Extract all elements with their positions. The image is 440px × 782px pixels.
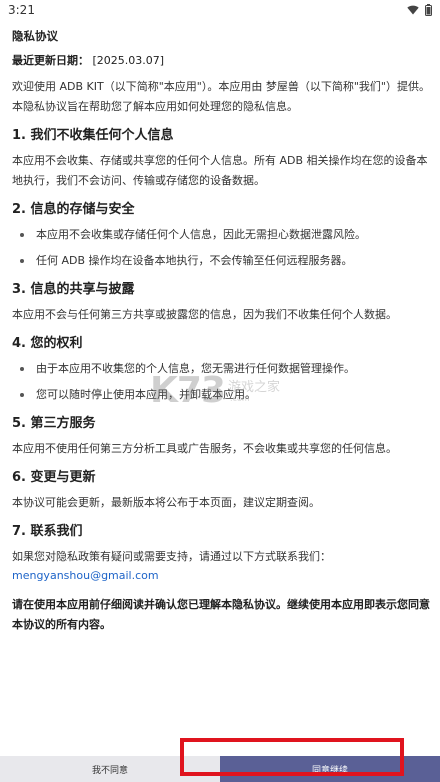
privacy-content: 隐私协议 最近更新日期： [2025.03.07] 欢迎使用 ADB KIT（以… <box>12 24 430 635</box>
list-item-text: 本应用不会收集或存储任何个人信息，因此无需担心数据泄露风险。 <box>36 228 366 241</box>
section-title: 5. 第三方服务 <box>12 416 96 431</box>
bullet-icon <box>20 367 24 371</box>
contact-email-link[interactable]: mengyanshou@gmail.com <box>12 567 430 585</box>
status-bar: 3:21 <box>0 0 440 20</box>
section-paragraph: 本应用不使用任何第三方分析工具或广告服务，不会收集或共享您的任何信息。 <box>12 442 397 455</box>
list-item: 本应用不会收集或存储任何个人信息，因此无需担心数据泄露风险。 <box>20 225 430 245</box>
section-title: 3. 信息的共享与披露 <box>12 282 135 297</box>
bullet-icon <box>20 259 24 263</box>
section-title: 4. 您的权利 <box>12 336 83 351</box>
section-title: 1. 我们不收集任何个人信息 <box>12 128 174 143</box>
decline-button[interactable]: 我不同意 <box>0 756 220 782</box>
section-title: 2. 信息的存储与安全 <box>12 202 135 217</box>
update-date: 最近更新日期： [2025.03.07] <box>12 53 430 69</box>
section-paragraph: 本应用不会收集、存储或共享您的任何个人信息。所有 ADB 相关操作均在您的设备本… <box>12 154 428 187</box>
section-paragraph: 本应用不会与任何第三方共享或披露您的信息，因为我们不收集任何个人数据。 <box>12 308 397 321</box>
section-paragraph: 如果您对隐私政策有疑问或需要支持，请通过以下方式联系我们： <box>12 550 331 563</box>
section-title: 7. 联系我们 <box>12 524 83 539</box>
section-paragraph: 本协议可能会更新，最新版本将公布于本页面，建议定期查阅。 <box>12 496 320 509</box>
bullet-list: 本应用不会收集或存储任何个人信息，因此无需担心数据泄露风险。 任何 ADB 操作… <box>12 225 430 271</box>
bullet-icon <box>20 393 24 397</box>
list-item: 任何 ADB 操作均在设备本地执行，不会传输至任何远程服务器。 <box>20 251 430 271</box>
battery-icon <box>425 4 432 16</box>
wifi-icon <box>407 5 419 15</box>
status-icons <box>407 4 432 16</box>
list-item-text: 您可以随时停止使用本应用，并卸载本应用。 <box>36 388 256 401</box>
update-date-label: 最近更新日期： <box>12 54 89 67</box>
list-item-text: 任何 ADB 操作均在设备本地执行，不会传输至任何远程服务器。 <box>36 254 353 267</box>
page-title: 隐私协议 <box>12 29 58 43</box>
list-item: 您可以随时停止使用本应用，并卸载本应用。 <box>20 385 430 405</box>
section-title: 6. 变更与更新 <box>12 470 96 485</box>
list-item-text: 由于本应用不收集您的个人信息，您无需进行任何数据管理操作。 <box>36 362 355 375</box>
intro-paragraph: 欢迎使用 ADB KIT（以下简称"本应用"）。本应用由 梦屋兽（以下简称"我们… <box>12 80 430 113</box>
list-item: 由于本应用不收集您的个人信息，您无需进行任何数据管理操作。 <box>20 359 430 379</box>
update-date-value: [2025.03.07] <box>92 54 165 67</box>
action-bar: 我不同意 同意继续 <box>0 756 440 782</box>
bullet-icon <box>20 233 24 237</box>
agree-button[interactable]: 同意继续 <box>220 756 440 782</box>
closing-statement: 请在使用本应用前仔细阅读并确认您已理解本隐私协议。继续使用本应用即表示您同意本协… <box>12 598 430 631</box>
status-time: 3:21 <box>8 3 35 17</box>
bullet-list: 由于本应用不收集您的个人信息，您无需进行任何数据管理操作。 您可以随时停止使用本… <box>12 359 430 405</box>
